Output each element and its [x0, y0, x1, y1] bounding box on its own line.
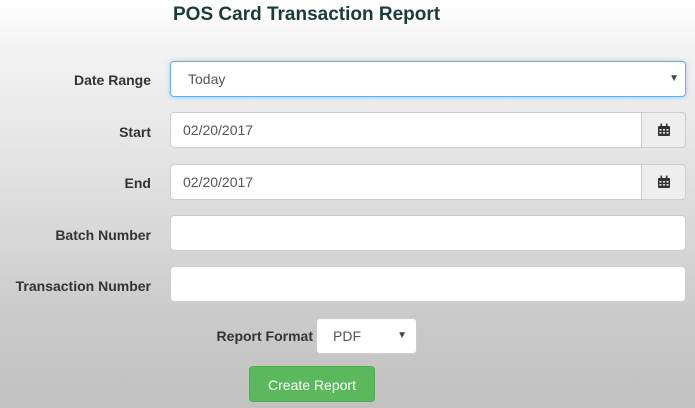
report-format-select[interactable]: PDF ▼: [316, 318, 417, 354]
page-title: POS Card Transaction Report: [173, 4, 441, 25]
caret-down-icon: ▼: [669, 73, 679, 84]
end-calendar-button[interactable]: [641, 164, 686, 200]
create-report-button[interactable]: Create Report: [249, 366, 375, 402]
start-label: Start: [119, 124, 151, 140]
batch-number-input[interactable]: [170, 215, 686, 251]
transaction-number-input[interactable]: [170, 266, 686, 302]
caret-down-icon: ▼: [397, 330, 407, 341]
date-range-value: Today: [188, 71, 226, 87]
calendar-icon: [657, 123, 670, 136]
start-date-input[interactable]: 02/20/2017: [170, 112, 642, 148]
end-date-value: 02/20/2017: [183, 174, 254, 190]
transaction-number-label: Transaction Number: [15, 278, 151, 294]
batch-number-label: Batch Number: [55, 227, 151, 243]
end-label: End: [124, 175, 151, 191]
report-format-label: Report Format: [216, 328, 313, 344]
report-format-value: PDF: [333, 328, 361, 344]
start-date-value: 02/20/2017: [183, 122, 254, 138]
date-range-select[interactable]: Today ▼: [170, 61, 686, 97]
end-date-input[interactable]: 02/20/2017: [170, 164, 642, 200]
calendar-icon: [657, 175, 670, 188]
date-range-label: Date Range: [73, 72, 151, 88]
start-calendar-button[interactable]: [641, 112, 686, 148]
